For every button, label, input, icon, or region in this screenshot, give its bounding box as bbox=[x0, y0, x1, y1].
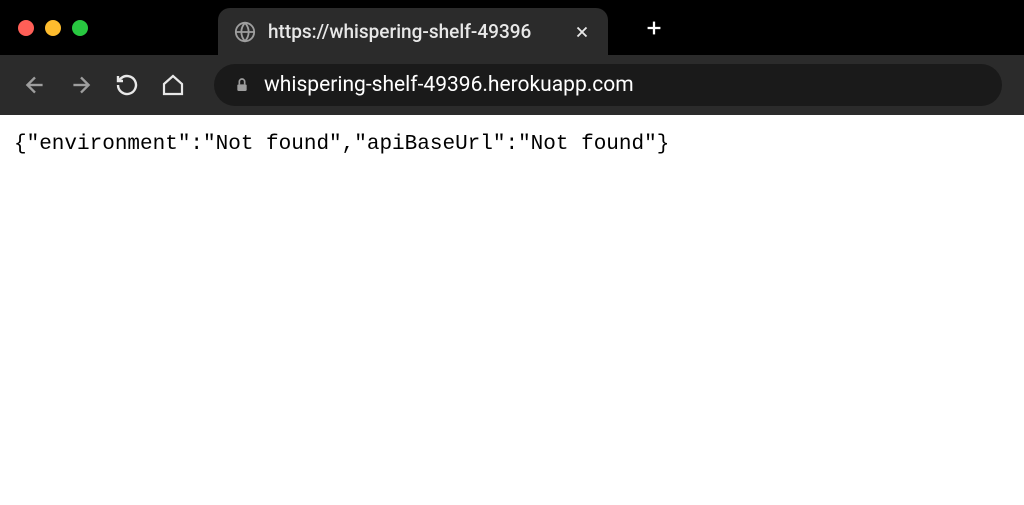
browser-chrome: https://whispering-shelf-49396 bbox=[0, 0, 1024, 115]
new-tab-button[interactable] bbox=[636, 10, 672, 46]
back-button[interactable] bbox=[22, 72, 48, 98]
lock-icon bbox=[234, 77, 250, 93]
tab-bar: https://whispering-shelf-49396 bbox=[0, 0, 1024, 55]
maximize-window-button[interactable] bbox=[72, 20, 88, 36]
forward-button[interactable] bbox=[68, 72, 94, 98]
navigation-buttons bbox=[22, 72, 186, 98]
window-controls bbox=[18, 20, 88, 36]
close-window-button[interactable] bbox=[18, 20, 34, 36]
close-tab-button[interactable] bbox=[572, 22, 592, 42]
reload-button[interactable] bbox=[114, 72, 140, 98]
browser-tab[interactable]: https://whispering-shelf-49396 bbox=[218, 8, 608, 55]
tab-title: https://whispering-shelf-49396 bbox=[268, 20, 560, 43]
toolbar: whispering-shelf-49396.herokuapp.com bbox=[0, 55, 1024, 115]
home-button[interactable] bbox=[160, 72, 186, 98]
globe-icon bbox=[234, 21, 256, 43]
page-content: {"environment":"Not found","apiBaseUrl":… bbox=[0, 115, 1024, 174]
address-bar[interactable]: whispering-shelf-49396.herokuapp.com bbox=[214, 64, 1002, 106]
minimize-window-button[interactable] bbox=[45, 20, 61, 36]
url-text: whispering-shelf-49396.herokuapp.com bbox=[264, 73, 634, 97]
